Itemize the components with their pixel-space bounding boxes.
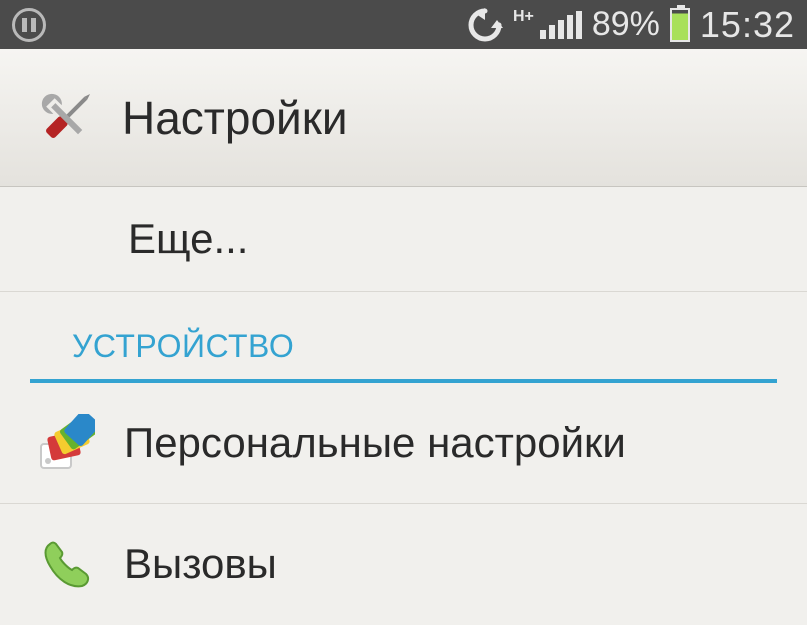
more-item[interactable]: Еще... xyxy=(0,187,807,292)
section-header-device: УСТРОЙСТВО xyxy=(30,292,777,383)
more-label: Еще... xyxy=(128,215,248,263)
network-type-indicator: H+ xyxy=(513,9,534,25)
calls-item[interactable]: Вызовы xyxy=(0,504,807,624)
calls-label: Вызовы xyxy=(124,540,785,588)
signal-strength-icon xyxy=(540,11,582,39)
settings-list: Еще... УСТРОЙСТВО Персональные настройки… xyxy=(0,187,807,624)
phone-icon xyxy=(34,532,98,596)
personal-settings-item[interactable]: Персональные настройки xyxy=(0,383,807,504)
theme-swatch-icon xyxy=(34,411,98,475)
action-bar: Настройки xyxy=(0,49,807,187)
battery-percentage: 89% xyxy=(592,5,660,44)
battery-icon xyxy=(670,8,690,42)
status-bar: H+ 89% 15:32 xyxy=(0,0,807,49)
sync-icon xyxy=(467,8,503,42)
page-title: Настройки xyxy=(122,91,348,145)
personal-settings-label: Персональные настройки xyxy=(124,419,785,467)
clock: 15:32 xyxy=(700,4,795,46)
settings-tools-icon xyxy=(34,86,98,150)
pause-icon xyxy=(12,8,46,42)
